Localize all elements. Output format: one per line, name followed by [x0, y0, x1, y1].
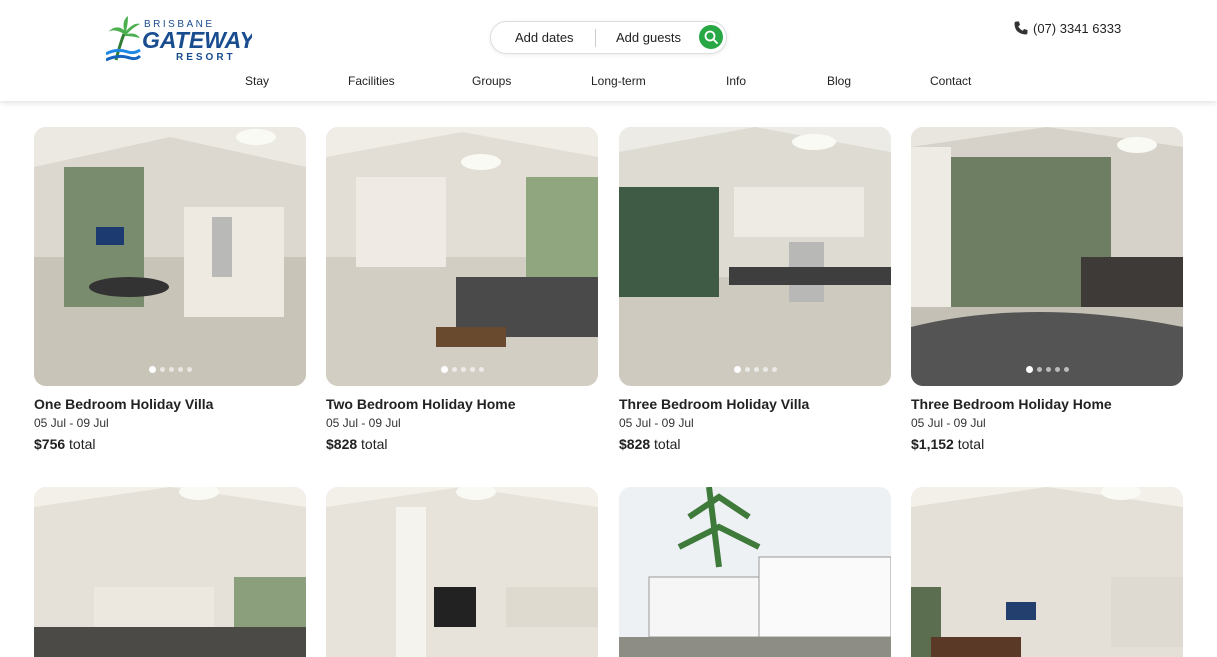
listing-price-suffix: total	[957, 436, 985, 452]
listing-price: $1,152 total	[911, 436, 984, 452]
carousel-dot[interactable]	[168, 367, 174, 372]
listing-dates: 05 Jul - 09 Jul	[34, 416, 109, 430]
carousel-dot[interactable]	[771, 367, 777, 372]
listing-photo[interactable]	[911, 487, 1183, 657]
nav-contact[interactable]: Contact	[930, 74, 971, 88]
carousel-dot[interactable]	[177, 367, 183, 372]
site-header: BRISBANE GATEWAY RESORT Add dates Add gu…	[0, 0, 1217, 101]
search-divider	[595, 29, 596, 47]
listing-dates: 05 Jul - 09 Jul	[326, 416, 401, 430]
phone-icon	[1014, 21, 1028, 35]
carousel-dot[interactable]	[478, 367, 484, 372]
listing-price-suffix: total	[361, 436, 388, 452]
add-guests-button[interactable]: Add guests	[616, 22, 681, 53]
nav-groups[interactable]: Groups	[472, 74, 511, 88]
nav-long-term[interactable]: Long-term	[591, 74, 646, 88]
listing-title[interactable]: Two Bedroom Holiday Home	[326, 396, 516, 412]
listing-photo-image	[619, 487, 891, 657]
listing-dates: 05 Jul - 09 Jul	[911, 416, 986, 430]
listing-dates: 05 Jul - 09 Jul	[619, 416, 694, 430]
carousel-dot[interactable]	[148, 366, 156, 373]
listing-photo[interactable]	[326, 487, 598, 657]
search-icon	[704, 30, 718, 44]
listing-photo-image	[619, 127, 891, 386]
logo-line2: GATEWAY	[142, 27, 252, 53]
listing-title[interactable]: Three Bedroom Holiday Villa	[619, 396, 809, 412]
carousel-dot[interactable]	[451, 367, 457, 372]
listing-title[interactable]: Three Bedroom Holiday Home	[911, 396, 1112, 412]
logo-line3: RESORT	[176, 52, 236, 62]
listing-price-amount: $756	[34, 436, 66, 452]
carousel-dot[interactable]	[744, 367, 750, 372]
listing-photo[interactable]	[34, 487, 306, 657]
listing-photo-image	[326, 487, 598, 657]
listing-price-amount: $828	[619, 436, 651, 452]
resort-logo[interactable]: BRISBANE GATEWAY RESORT	[105, 14, 258, 63]
nav-blog[interactable]: Blog	[827, 74, 851, 88]
phone-number: (07) 3341 6333	[1033, 20, 1122, 36]
carousel-dot[interactable]	[440, 366, 448, 373]
carousel-dot[interactable]	[1054, 367, 1060, 372]
nav-facilities[interactable]: Facilities	[348, 74, 395, 88]
search-button[interactable]	[699, 25, 723, 49]
carousel-dots[interactable]	[326, 366, 598, 373]
listing-title[interactable]: One Bedroom Holiday Villa	[34, 396, 213, 412]
carousel-dots[interactable]	[911, 366, 1183, 373]
listing-photo[interactable]	[619, 487, 891, 657]
carousel-dot[interactable]	[1025, 366, 1033, 373]
listing-price: $756 total	[34, 436, 96, 452]
carousel-dots[interactable]	[619, 366, 891, 373]
listing-price-amount: $828	[326, 436, 358, 452]
nav-stay[interactable]: Stay	[245, 74, 269, 88]
listing-photo[interactable]	[619, 127, 891, 386]
logo-graphic: BRISBANE GATEWAY RESORT	[105, 16, 258, 63]
carousel-dot[interactable]	[1063, 367, 1069, 372]
phone-contact[interactable]: (07) 3341 6333	[1013, 19, 1121, 37]
listing-photo[interactable]	[34, 127, 306, 386]
listing-photo-image	[34, 127, 306, 386]
listing-price-suffix: total	[69, 436, 96, 452]
booking-search-bar: Add dates Add guests	[490, 21, 727, 54]
listing-photo-image	[911, 487, 1183, 657]
listing-price-suffix: total	[654, 436, 681, 452]
carousel-dot[interactable]	[762, 367, 768, 372]
nav-info[interactable]: Info	[726, 74, 746, 88]
carousel-dot[interactable]	[753, 367, 759, 372]
carousel-dots[interactable]	[34, 366, 306, 373]
listing-photo[interactable]	[911, 127, 1183, 386]
listing-price: $828 total	[619, 436, 681, 452]
listing-price-amount: $1,152	[911, 436, 954, 452]
carousel-dot[interactable]	[159, 367, 165, 372]
listing-price: $828 total	[326, 436, 388, 452]
listing-photo[interactable]	[326, 127, 598, 386]
carousel-dot[interactable]	[186, 367, 192, 372]
carousel-dot[interactable]	[460, 367, 466, 372]
palm-icon	[105, 16, 142, 62]
listing-photo-image	[911, 127, 1183, 386]
listing-photo-image	[326, 127, 598, 386]
carousel-dot[interactable]	[733, 366, 741, 373]
listing-photo-image	[34, 487, 306, 657]
carousel-dot[interactable]	[469, 367, 475, 372]
carousel-dot[interactable]	[1045, 367, 1051, 372]
carousel-dot[interactable]	[1036, 367, 1042, 372]
add-dates-button[interactable]: Add dates	[515, 22, 574, 53]
